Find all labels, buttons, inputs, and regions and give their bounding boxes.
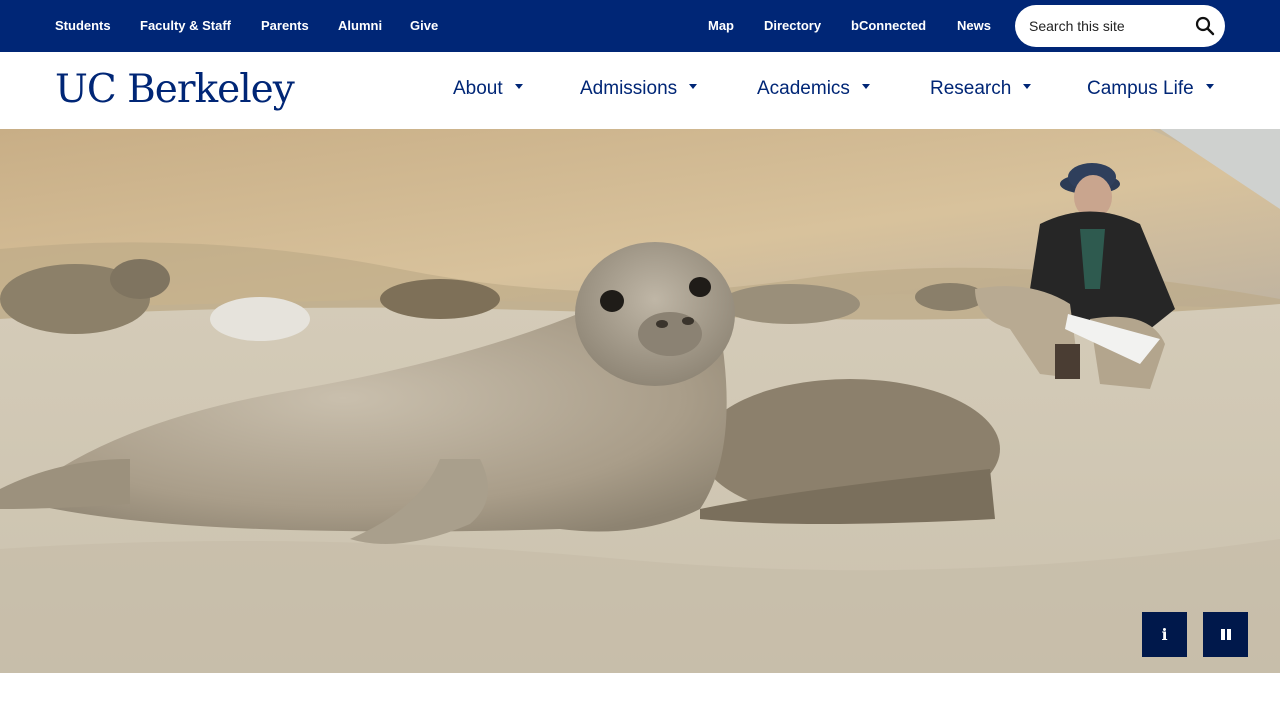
nav-label-about: About [453,78,503,99]
nav-item-admissions[interactable]: Admissions [580,52,698,129]
util-link-directory[interactable]: Directory [764,0,821,52]
nav-item-research[interactable]: Research [930,52,1032,129]
pause-button[interactable] [1203,612,1248,657]
pause-icon [1221,629,1225,640]
search-icon [1195,16,1215,36]
nav-item-about[interactable]: About [453,52,523,129]
util-link-alumni[interactable]: Alumni [338,0,382,52]
nav-item-academics[interactable]: Academics [757,52,870,129]
util-link-parents[interactable]: Parents [261,0,309,52]
util-link-students[interactable]: Students [55,0,111,52]
util-link-news[interactable]: News [957,0,991,52]
nav-label-research: Research [930,78,1012,99]
pause-icon [1227,629,1231,640]
search-button[interactable] [1195,16,1215,36]
hero-video: i [0,129,1280,673]
search-box [1015,5,1225,47]
util-link-give[interactable]: Give [410,0,438,52]
nav-label-academics: Academics [757,78,850,99]
chevron-down-icon [689,84,698,90]
chevron-down-icon [1023,84,1032,90]
uc-berkeley-logo[interactable]: UC Berkeley [55,62,295,118]
utility-bar: Students Faculty & Staff Parents Alumni … [0,0,1280,52]
nav-label-admissions: Admissions [580,78,678,99]
util-link-map[interactable]: Map [708,0,734,52]
chevron-down-icon [514,84,523,90]
elephant-seals-on-beach-photo [0,129,1280,673]
search-input[interactable] [1029,5,1189,47]
util-link-bconnected[interactable]: bConnected [851,0,926,52]
nav-label-campus-life: Campus Life [1087,78,1194,99]
nav-item-campus-life[interactable]: Campus Life [1087,52,1214,129]
main-header: UC Berkeley About Admissions Academics R… [0,52,1280,129]
chevron-down-icon [1205,84,1214,90]
info-icon: i [1161,625,1168,644]
chevron-down-icon [861,84,870,90]
util-link-faculty-staff[interactable]: Faculty & Staff [140,0,231,52]
info-button[interactable]: i [1142,612,1187,657]
